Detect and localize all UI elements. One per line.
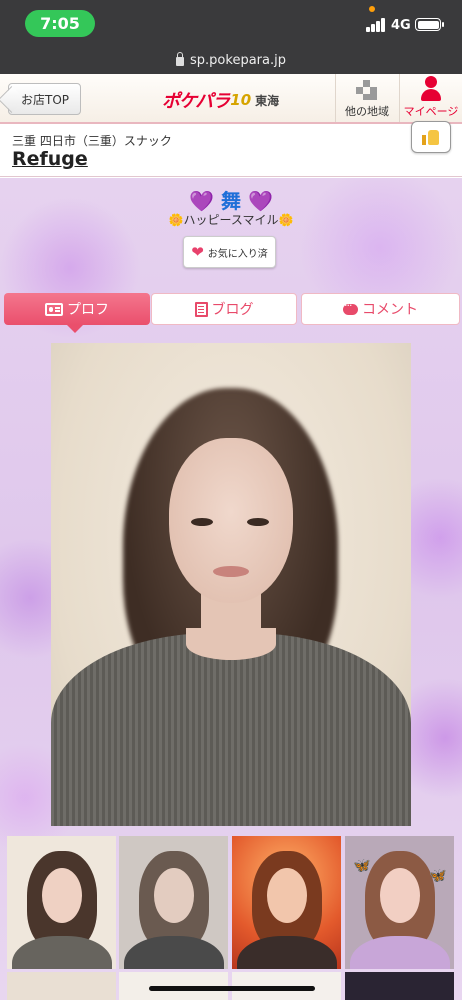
privacy-indicator-dot xyxy=(369,6,375,12)
gallery-thumbnail[interactable] xyxy=(7,972,116,1000)
purple-heart-icon: 💜 xyxy=(247,189,273,213)
gallery-thumbnail[interactable] xyxy=(7,836,116,969)
favorite-label: お気に入り済 xyxy=(207,248,268,260)
url-text: sp.pokepara.jp xyxy=(190,52,286,68)
profile-tabs: プロフ ブログ コメント xyxy=(4,293,460,333)
shop-category: 三重 四日市（三重）スナック xyxy=(12,134,172,148)
tab-blog[interactable]: ブログ xyxy=(151,293,297,325)
favorite-button[interactable]: ❤ お気に入り済 xyxy=(183,236,276,268)
shop-info: 三重 四日市（三重）スナック Refuge xyxy=(0,124,462,177)
tab-comment[interactable]: コメント xyxy=(301,293,460,325)
tab-comment-label: コメント xyxy=(362,302,418,318)
logo-region: 東海 xyxy=(255,93,280,108)
flower-icon: 🌼 xyxy=(168,213,184,227)
gallery-thumbnail[interactable] xyxy=(119,836,228,969)
blog-icon xyxy=(194,301,208,317)
tab-profile-label: プロフ xyxy=(67,302,109,318)
network-type: 4G xyxy=(391,18,411,33)
logo-text: ポケパラ xyxy=(162,91,230,112)
like-button[interactable] xyxy=(411,121,451,153)
cast-catchphrase-line: 🌼ハッピースマイル🌼 xyxy=(0,211,462,228)
site-logo[interactable]: ポケパラ 10 東海 xyxy=(162,87,279,113)
other-region-label: 他の地域 xyxy=(345,105,389,118)
tab-profile[interactable]: プロフ xyxy=(4,293,150,333)
other-region-button[interactable]: 他の地域 xyxy=(335,74,398,122)
gallery-thumbnail[interactable]: 🦋 🦋 xyxy=(345,836,454,969)
gallery-thumbnail[interactable] xyxy=(345,972,454,1000)
purple-heart-icon: 💜 xyxy=(189,189,215,213)
home-indicator[interactable] xyxy=(149,986,315,991)
shop-top-label: お店TOP xyxy=(21,92,70,107)
tab-blog-label: ブログ xyxy=(211,302,254,318)
gallery-thumbnail[interactable] xyxy=(232,836,341,969)
cast-name-line: 💜 舞 💜 xyxy=(0,185,462,214)
heart-icon: ❤ xyxy=(191,243,204,261)
shop-top-button[interactable]: お店TOP xyxy=(8,83,81,115)
cast-catchphrase: ハッピースマイル xyxy=(183,213,279,227)
cast-name: 舞 xyxy=(221,189,241,213)
butterfly-icon: 🦋 xyxy=(353,858,371,874)
status-time: 7:05 xyxy=(25,10,95,37)
map-icon xyxy=(354,77,380,101)
profile-card-icon xyxy=(45,302,63,316)
comment-icon xyxy=(343,299,358,315)
cast-main-photo[interactable] xyxy=(51,343,411,826)
site-header: お店TOP ポケパラ 10 東海 他の地域 マイページ xyxy=(0,74,462,124)
mypage-label: マイページ xyxy=(403,105,459,118)
url-bar[interactable]: sp.pokepara.jp xyxy=(0,46,462,74)
signal-icon xyxy=(366,18,386,32)
butterfly-icon: 🦋 xyxy=(429,868,447,884)
thumbs-up-icon xyxy=(422,129,440,145)
shop-name-link[interactable]: Refuge xyxy=(12,148,88,170)
photo-gallery: 🦋 🦋 xyxy=(7,836,458,1000)
cast-profile: 💜 舞 💜 🌼ハッピースマイル🌼 ❤ お気に入り済 プロフ ブログ コメント xyxy=(0,178,462,1000)
mypage-button[interactable]: マイページ xyxy=(399,74,462,122)
battery-icon xyxy=(415,18,444,31)
flower-icon: 🌼 xyxy=(278,213,294,227)
lock-icon xyxy=(176,51,185,66)
person-icon xyxy=(420,76,442,102)
status-bar: 7:05 4G xyxy=(0,0,462,46)
logo-anniversary: 10 xyxy=(230,91,252,109)
